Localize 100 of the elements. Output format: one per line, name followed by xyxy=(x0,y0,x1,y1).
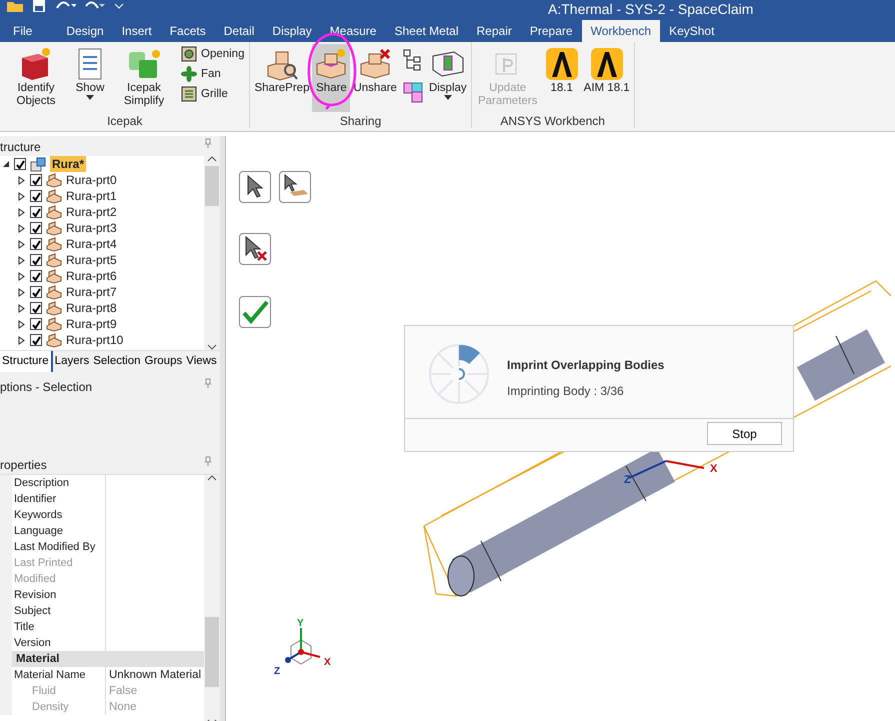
checkbox[interactable] xyxy=(14,158,26,170)
collapse-arrow-icon[interactable] xyxy=(2,160,10,168)
ribbon-button[interactable]: SharePrep xyxy=(253,44,310,112)
ribbon-tab[interactable]: KeyShot xyxy=(660,20,724,42)
panel-tab[interactable]: Selection xyxy=(91,351,143,372)
ribbon-button[interactable]: Share xyxy=(312,44,350,112)
property-name: Title xyxy=(12,619,106,636)
panel-tab[interactable]: Structure xyxy=(0,351,53,372)
ribbon-tab[interactable]: File xyxy=(4,20,42,42)
ribbon-tab[interactable]: Facets xyxy=(160,20,215,42)
expand-arrow-icon[interactable] xyxy=(18,272,26,280)
window-title: A:Thermal - SYS-2 - SpaceClaim xyxy=(548,1,754,18)
ribbon-tab[interactable]: Measure xyxy=(320,20,386,42)
stop-button[interactable]: Stop xyxy=(707,422,782,445)
expand-arrow-icon[interactable] xyxy=(18,320,26,328)
checkbox[interactable] xyxy=(30,318,42,330)
expand-arrow-icon[interactable] xyxy=(18,288,26,296)
ribbon-tab[interactable]: Design xyxy=(57,20,113,42)
tree-item[interactable]: Rura-prt6 xyxy=(66,268,117,284)
tree-item[interactable]: Rura-prt8 xyxy=(66,300,117,316)
spinner-icon xyxy=(427,342,491,406)
property-value: None xyxy=(108,700,138,716)
ribbon-tab[interactable]: Insert xyxy=(112,20,161,42)
property-name: Language xyxy=(12,523,106,540)
property-name: Subject xyxy=(12,603,106,620)
expand-arrow-icon[interactable] xyxy=(18,256,26,264)
expand-arrow-icon[interactable] xyxy=(18,208,26,216)
checkbox[interactable] xyxy=(30,190,42,202)
tool-button[interactable] xyxy=(239,171,271,203)
ribbon-button[interactable]: 18.1 xyxy=(542,44,581,112)
panel-tab[interactable]: Views xyxy=(184,351,219,372)
ribbon-button[interactable]: AIM 18.1 xyxy=(582,44,631,112)
tree-item[interactable]: Rura-prt9 xyxy=(66,316,117,332)
expand-arrow-icon[interactable] xyxy=(18,224,26,232)
scroll-down-icon[interactable] xyxy=(207,344,217,350)
property-name: Description xyxy=(12,475,106,492)
ribbon-tab[interactable]: Prepare xyxy=(520,20,582,42)
ribbon-tab[interactable]: Workbench xyxy=(582,20,660,42)
expand-arrow-icon[interactable] xyxy=(18,240,26,248)
save-icon[interactable] xyxy=(32,0,46,12)
fan-icon xyxy=(181,66,197,82)
opening-icon xyxy=(181,46,197,62)
tree-item[interactable]: Rura-prt3 xyxy=(66,220,117,236)
part-icon xyxy=(46,204,62,220)
ribbon-button[interactable]: Show xyxy=(71,44,109,112)
checkbox[interactable] xyxy=(30,302,42,314)
panel-title: tructure xyxy=(0,139,41,154)
ribbon-button[interactable]: Identify Objects xyxy=(3,44,69,112)
ribbon-button[interactable]: Opening xyxy=(179,44,246,64)
part-icon xyxy=(46,252,62,268)
ribbon-button[interactable]: Fan xyxy=(179,64,246,84)
scroll-up-icon[interactable] xyxy=(207,156,217,162)
part-icon xyxy=(46,316,62,332)
property-name: Revision xyxy=(12,587,106,604)
scroll-up-icon[interactable] xyxy=(207,475,217,482)
ribbon-tab[interactable]: Sheet Metal xyxy=(385,20,468,42)
expand-arrow-icon[interactable] xyxy=(18,336,26,344)
part-icon xyxy=(46,236,62,252)
ribbon-tab[interactable]: Repair xyxy=(468,20,521,42)
checkbox[interactable] xyxy=(30,334,42,346)
expand-arrow-icon[interactable] xyxy=(18,192,26,200)
tree-item[interactable]: Rura-prt0 xyxy=(66,172,117,188)
tree-item[interactable]: Rura* xyxy=(50,156,86,172)
axis-label: X xyxy=(324,657,331,668)
checkbox[interactable] xyxy=(30,286,42,298)
category-label: Material xyxy=(15,652,60,668)
tool-button[interactable] xyxy=(279,171,311,203)
ribbon-button[interactable]: Unshare xyxy=(352,44,398,112)
panel-tab[interactable]: Layers xyxy=(52,351,92,372)
ribbon-tab[interactable]: Detail xyxy=(214,20,264,42)
ribbon-button[interactable]: Grille xyxy=(179,84,246,104)
tree-item[interactable]: Rura-prt4 xyxy=(66,236,117,252)
scrollbar-thumb[interactable] xyxy=(205,166,219,206)
checkbox[interactable] xyxy=(30,174,42,186)
part-icon xyxy=(46,332,62,348)
tree-item[interactable]: Rura-prt1 xyxy=(66,188,117,204)
tree-item[interactable]: Rura-prt2 xyxy=(66,204,117,220)
ribbon-button[interactable]: Display xyxy=(428,44,468,112)
property-name: Modified xyxy=(12,571,106,588)
expand-arrow-icon[interactable] xyxy=(18,176,26,184)
property-name: Density xyxy=(12,699,106,716)
tool-button[interactable] xyxy=(239,233,271,265)
checkbox[interactable] xyxy=(30,270,42,282)
folder-icon[interactable] xyxy=(6,0,24,12)
panel-tab[interactable]: Groups xyxy=(142,351,184,372)
tree-item[interactable]: Rura-prt10 xyxy=(66,332,124,348)
ribbon-button[interactable]: Icepak Simplify xyxy=(111,44,177,112)
ribbon-group-label: ANSYS Workbench xyxy=(499,113,606,130)
axis-triad-icon xyxy=(285,628,320,665)
tree-item[interactable]: Rura-prt7 xyxy=(66,284,117,300)
expand-arrow-icon[interactable] xyxy=(18,304,26,312)
scrollbar-thumb[interactable] xyxy=(205,617,219,688)
ribbon-tab[interactable]: Display xyxy=(263,20,321,42)
checkbox[interactable] xyxy=(30,238,42,250)
checkbox[interactable] xyxy=(30,254,42,266)
tree-item[interactable]: Rura-prt5 xyxy=(66,252,117,268)
checkbox[interactable] xyxy=(30,222,42,234)
axis-label: Z xyxy=(274,666,280,677)
checkbox[interactable] xyxy=(30,206,42,218)
property-name: Last Printed xyxy=(12,555,106,572)
